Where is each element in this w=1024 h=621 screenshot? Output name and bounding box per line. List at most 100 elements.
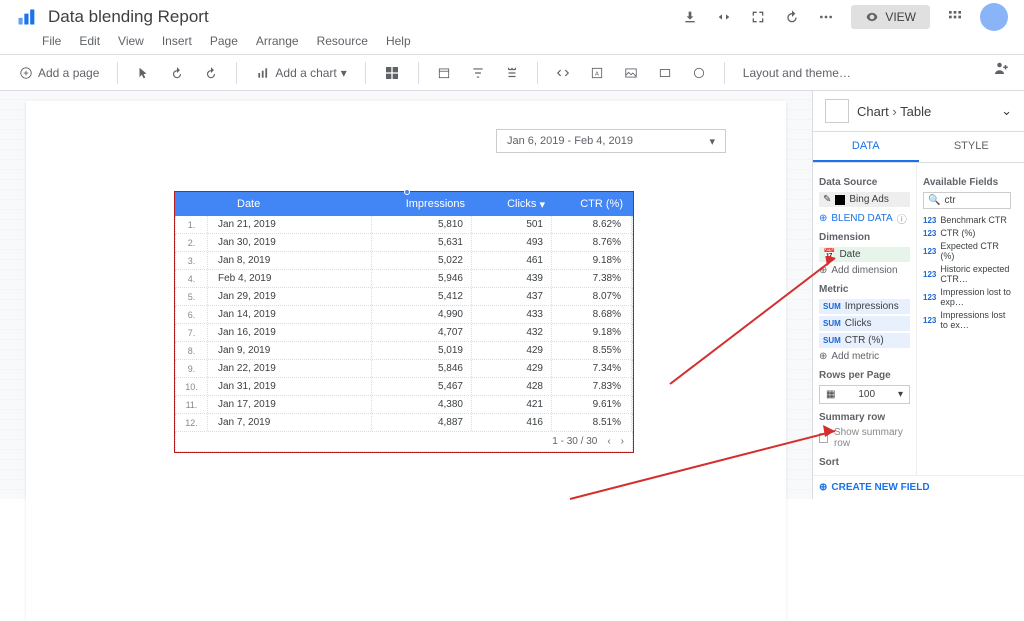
report-page[interactable]: Jan 6, 2019 - Feb 4, 2019 ▾ Date Impress…: [26, 101, 786, 621]
view-label: VIEW: [885, 10, 916, 24]
plus-icon: ⊕: [819, 213, 827, 224]
dimension-date[interactable]: 📅 Date: [819, 247, 910, 262]
add-dimension-button[interactable]: ⊕ Add dimension: [819, 265, 910, 276]
table-row[interactable]: 1.Jan 21, 20195,8105018.62%: [175, 216, 633, 234]
section-dimension: Dimension: [819, 232, 910, 243]
grid-icon: ▦: [826, 389, 835, 400]
prev-page-button[interactable]: ‹: [607, 436, 610, 447]
available-field[interactable]: 123Benchmark CTR: [923, 215, 1011, 225]
info-icon: ⓘ: [897, 211, 907, 226]
add-chart-label: Add a chart: [275, 66, 336, 80]
share-button[interactable]: [986, 55, 1016, 81]
tab-style[interactable]: STYLE: [919, 132, 1024, 162]
doc-title[interactable]: Data blending Report: [48, 7, 681, 27]
section-available-fields: Available Fields: [923, 177, 1011, 188]
menu-insert[interactable]: Insert: [162, 34, 192, 48]
pencil-icon: ✎: [823, 194, 831, 205]
add-page-button[interactable]: Add a page: [12, 61, 105, 85]
menu-help[interactable]: Help: [386, 34, 411, 48]
table-row[interactable]: 10.Jan 31, 20195,4674287.83%: [175, 378, 633, 396]
url-embed-button[interactable]: [550, 62, 576, 84]
properties-panel: Chart › Table ⌄ DATA STYLE Data Source ✎…: [812, 91, 1024, 499]
circle-button[interactable]: [686, 62, 712, 84]
next-page-button[interactable]: ›: [621, 436, 624, 447]
svg-text:A: A: [595, 71, 599, 77]
table-row[interactable]: 6.Jan 14, 20194,9904338.68%: [175, 306, 633, 324]
refresh-icon[interactable]: [783, 8, 801, 26]
select-tool[interactable]: [130, 62, 156, 84]
image-button[interactable]: [618, 62, 644, 84]
summary-label: Show summary row: [834, 427, 910, 449]
table-row[interactable]: 3.Jan 8, 20195,0224619.18%: [175, 252, 633, 270]
col-head-clicks[interactable]: Clicks ▾: [473, 192, 553, 216]
available-field[interactable]: 123Historic expected CTR…: [923, 264, 1011, 284]
blend-data-button[interactable]: ⊕ BLEND DATA ⓘ: [819, 211, 910, 226]
redo-button[interactable]: [198, 62, 224, 84]
expand-icon[interactable]: ⌄: [1001, 103, 1012, 119]
download-icon[interactable]: [681, 8, 699, 26]
table-row[interactable]: 11.Jan 17, 20194,3804219.61%: [175, 396, 633, 414]
metric-ctr[interactable]: SUMCTR (%): [819, 333, 910, 348]
table-row[interactable]: 4.Feb 4, 20195,9464397.38%: [175, 270, 633, 288]
section-data-source: Data Source: [819, 177, 910, 188]
metric-impressions[interactable]: SUMImpressions: [819, 299, 910, 314]
col-head-ctr[interactable]: CTR (%): [553, 192, 633, 216]
create-field-button[interactable]: ⊕ CREATE NEW FIELD: [813, 475, 1024, 499]
filter-control[interactable]: [465, 62, 491, 84]
menu-file[interactable]: File: [42, 34, 61, 48]
chevron-down-icon: ▾: [709, 135, 715, 148]
table-row[interactable]: 12.Jan 7, 20194,8874168.51%: [175, 414, 633, 432]
source-color-icon: [835, 195, 845, 205]
bar-chart-icon: [255, 65, 271, 81]
menu-view[interactable]: View: [118, 34, 144, 48]
plus-circle-icon: [18, 65, 34, 81]
menu-resource[interactable]: Resource: [317, 34, 368, 48]
date-range-widget[interactable]: Jan 6, 2019 - Feb 4, 2019 ▾: [496, 129, 726, 153]
field-search-input[interactable]: 🔍 ctr: [923, 192, 1011, 209]
add-metric-button[interactable]: ⊕ Add metric: [819, 351, 910, 362]
col-head-impressions[interactable]: Impressions: [373, 192, 473, 216]
pager: 1 - 30 / 30 ‹ ›: [175, 432, 633, 452]
menu-edit[interactable]: Edit: [79, 34, 100, 48]
text-button[interactable]: A: [584, 62, 610, 84]
chart-type-icon[interactable]: [825, 99, 849, 123]
breadcrumb: Chart › Table: [857, 104, 993, 119]
menu-page[interactable]: Page: [210, 34, 238, 48]
col-head-date[interactable]: Date: [207, 192, 373, 216]
fullscreen-icon[interactable]: [749, 8, 767, 26]
more-icon[interactable]: [817, 8, 835, 26]
avatar[interactable]: [980, 3, 1008, 31]
rows-per-page-select[interactable]: ▦ 100 ▾: [819, 385, 910, 404]
table-row[interactable]: 8.Jan 9, 20195,0194298.55%: [175, 342, 633, 360]
calendar-icon: 📅: [823, 249, 835, 260]
metric-clicks[interactable]: SUMClicks: [819, 316, 910, 331]
add-chart-dropdown[interactable]: Add a chart ▾: [249, 61, 352, 85]
apps-icon[interactable]: [946, 8, 964, 26]
summary-checkbox[interactable]: [819, 433, 828, 443]
rectangle-button[interactable]: [652, 62, 678, 84]
layout-theme-button[interactable]: Layout and theme…: [737, 62, 857, 84]
undo-button[interactable]: [164, 62, 190, 84]
community-viz-button[interactable]: [378, 61, 406, 85]
table-row[interactable]: 7.Jan 16, 20194,7074329.18%: [175, 324, 633, 342]
date-range-control[interactable]: [431, 62, 457, 84]
table-row[interactable]: 5.Jan 29, 20195,4124378.07%: [175, 288, 633, 306]
search-icon: 🔍: [928, 195, 940, 206]
available-field[interactable]: 123Impressions lost to ex…: [923, 310, 1011, 330]
menu-arrange[interactable]: Arrange: [256, 34, 299, 48]
table-row[interactable]: 2.Jan 30, 20195,6314938.76%: [175, 234, 633, 252]
plus-icon: ⊕: [819, 265, 827, 276]
available-field[interactable]: 123CTR (%): [923, 228, 1011, 238]
canvas[interactable]: Jan 6, 2019 - Feb 4, 2019 ▾ Date Impress…: [0, 91, 812, 499]
available-field[interactable]: 123Expected CTR (%): [923, 241, 1011, 261]
available-field[interactable]: 123Impression lost to exp…: [923, 287, 1011, 307]
section-metric: Metric: [819, 284, 910, 295]
table-row[interactable]: 9.Jan 22, 20195,8464297.34%: [175, 360, 633, 378]
table-chart[interactable]: Date Impressions Clicks ▾ CTR (%) 1.Jan …: [174, 191, 634, 453]
chevron-down-icon: ▾: [341, 66, 347, 80]
data-source-chip[interactable]: ✎ Bing Ads: [819, 192, 910, 207]
data-control[interactable]: [499, 62, 525, 84]
tab-data[interactable]: DATA: [813, 132, 919, 162]
view-button[interactable]: VIEW: [851, 5, 930, 29]
embed-icon[interactable]: [715, 8, 733, 26]
